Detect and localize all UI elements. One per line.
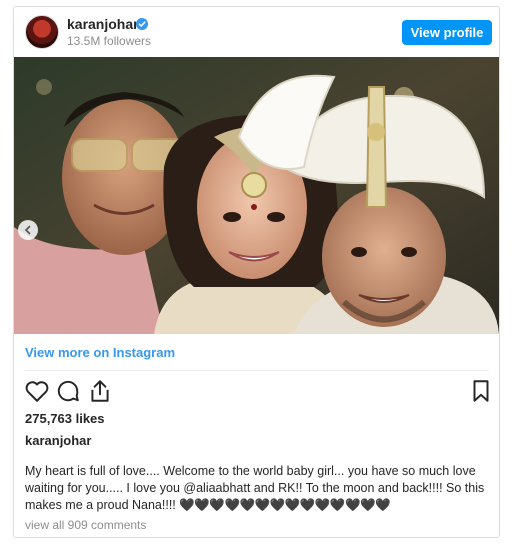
view-more-link[interactable]: View more on Instagram (25, 345, 175, 360)
caption-hearts: 🖤🖤🖤🖤🖤🖤🖤🖤🖤🖤🖤🖤🖤🖤 (179, 498, 391, 512)
post-header: karanjohar 13.5M followers View profile (14, 7, 499, 57)
caption: My heart is full of love.... Welcome to … (25, 463, 491, 514)
view-comments-link[interactable]: view all 909 comments (25, 518, 146, 532)
likes-count[interactable]: 275,763 likes (25, 411, 105, 426)
divider (25, 370, 489, 371)
avatar[interactable] (25, 15, 59, 49)
bookmark-icon[interactable] (468, 378, 494, 404)
instagram-embed-card: karanjohar 13.5M followers View profile (13, 6, 500, 538)
previous-photo-button[interactable] (18, 220, 38, 240)
share-icon[interactable] (87, 378, 113, 404)
verified-badge-icon (136, 18, 148, 30)
username[interactable]: karanjohar (67, 16, 139, 32)
photo-illustration (14, 57, 499, 334)
chevron-left-icon (24, 225, 31, 235)
heart-icon[interactable] (24, 378, 50, 404)
caption-username[interactable]: karanjohar (25, 433, 91, 448)
view-profile-button[interactable]: View profile (402, 20, 492, 45)
followers-count: 13.5M followers (67, 34, 152, 48)
comment-icon[interactable] (55, 378, 81, 404)
post-photo[interactable] (14, 57, 499, 334)
